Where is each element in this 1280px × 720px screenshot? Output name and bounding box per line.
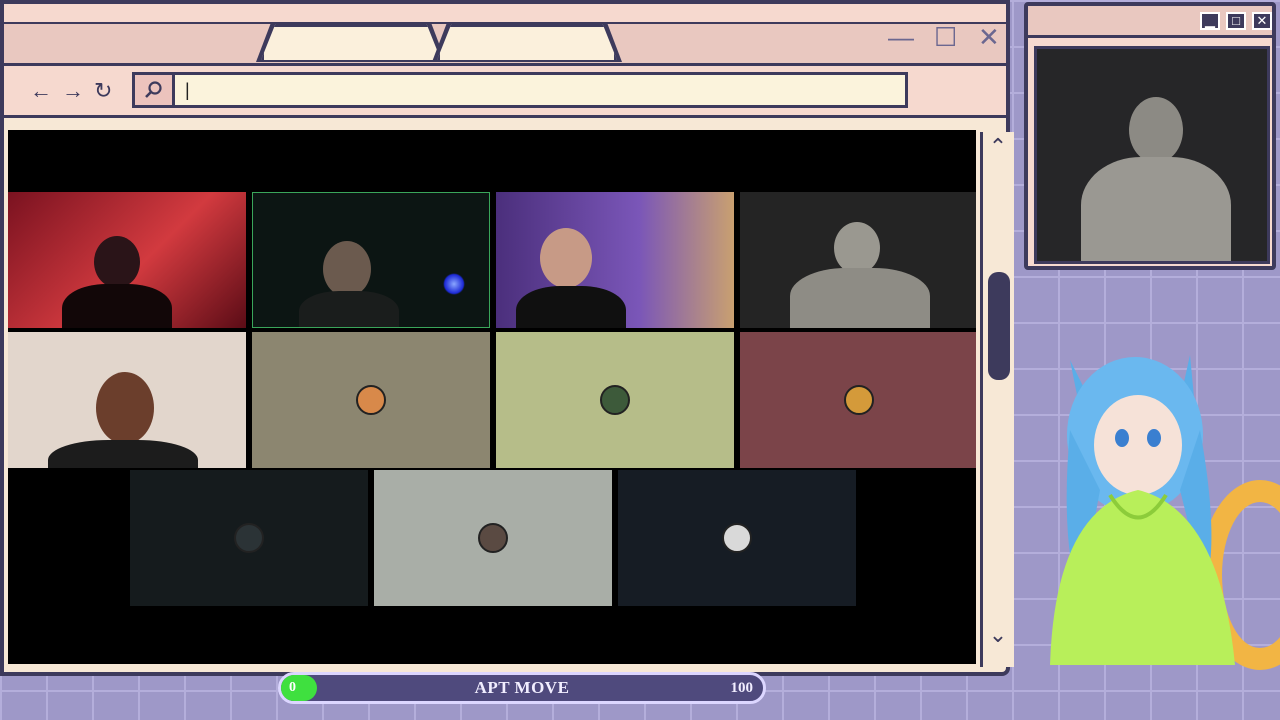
facecam-close-button[interactable]: ✕	[1252, 12, 1272, 30]
back-button[interactable]: ←	[30, 78, 52, 104]
user-avatar	[722, 523, 752, 553]
camera-feed	[8, 192, 246, 328]
facecam-feed	[1034, 46, 1270, 264]
browser-window: — ☐ ✕ ← → ↻ | ⌃ ⌄	[0, 0, 1014, 676]
camera-feed	[253, 193, 489, 327]
person-silhouette	[1081, 157, 1231, 261]
person-silhouette	[94, 236, 140, 288]
tab-1[interactable]	[261, 24, 441, 60]
participant-tile-7[interactable]	[496, 332, 734, 468]
participant-tile-2[interactable]	[252, 192, 490, 328]
user-avatar	[356, 385, 386, 415]
vtuber-avatar	[1050, 355, 1235, 665]
person-silhouette	[790, 268, 930, 328]
person-silhouette	[323, 241, 371, 297]
facecam-minimize-button[interactable]: ▁	[1200, 12, 1220, 30]
reload-button[interactable]: ↻	[94, 78, 112, 104]
camera-feed	[8, 332, 246, 468]
scroll-down-button[interactable]: ⌄	[983, 622, 1013, 648]
person-silhouette	[834, 222, 880, 274]
search-icon	[144, 81, 162, 98]
person-silhouette	[48, 440, 198, 468]
search-button[interactable]	[132, 72, 172, 108]
user-avatar	[844, 385, 874, 415]
person-silhouette	[540, 228, 592, 288]
person-silhouette	[62, 284, 172, 328]
progress-label: APT MOVE	[474, 678, 570, 697]
scroll-up-button[interactable]: ⌃	[983, 134, 1013, 160]
facecam-maximize-button[interactable]: □	[1226, 12, 1246, 30]
facecam-titlebar: ▁ □ ✕	[1028, 6, 1272, 38]
page-scrollbar[interactable]: ⌃ ⌄	[980, 132, 1014, 667]
participant-tile-10[interactable]	[374, 470, 612, 606]
blue-light	[443, 273, 465, 295]
person-silhouette	[299, 291, 399, 327]
user-avatar	[478, 523, 508, 553]
camera-feed	[496, 192, 734, 328]
progress-bar: 0 APT MOVE 100	[278, 672, 766, 704]
facecam-window: ▁ □ ✕	[1024, 2, 1276, 270]
person-silhouette	[96, 372, 154, 444]
person-silhouette	[516, 286, 626, 328]
tab-2[interactable]	[437, 24, 617, 60]
participant-tile-5[interactable]	[8, 332, 246, 468]
minimize-button[interactable]: —	[888, 22, 914, 53]
participant-tile-1[interactable]	[8, 192, 246, 328]
scroll-thumb[interactable]	[988, 272, 1010, 380]
participant-tile-4[interactable]	[740, 192, 976, 328]
camera-feed	[740, 192, 976, 328]
participant-tile-9[interactable]	[130, 470, 368, 606]
user-avatar	[234, 523, 264, 553]
participant-tile-11[interactable]	[618, 470, 856, 606]
progress-max-value: 100	[730, 680, 754, 696]
video-call-grid	[8, 130, 976, 664]
user-avatar	[600, 385, 630, 415]
participant-tile-8[interactable]	[740, 332, 976, 468]
close-button[interactable]: ✕	[978, 22, 1000, 53]
participant-tile-3[interactable]	[496, 192, 734, 328]
browser-navbar: ← → ↻ |	[4, 66, 1006, 118]
maximize-button[interactable]: ☐	[934, 22, 957, 53]
url-input[interactable]: |	[172, 72, 908, 108]
person-silhouette	[1129, 97, 1183, 163]
titlebar-stripe	[4, 4, 1006, 24]
browser-titlebar: — ☐ ✕	[4, 4, 1006, 66]
forward-button[interactable]: →	[62, 78, 84, 104]
participant-tile-6[interactable]	[252, 332, 490, 468]
